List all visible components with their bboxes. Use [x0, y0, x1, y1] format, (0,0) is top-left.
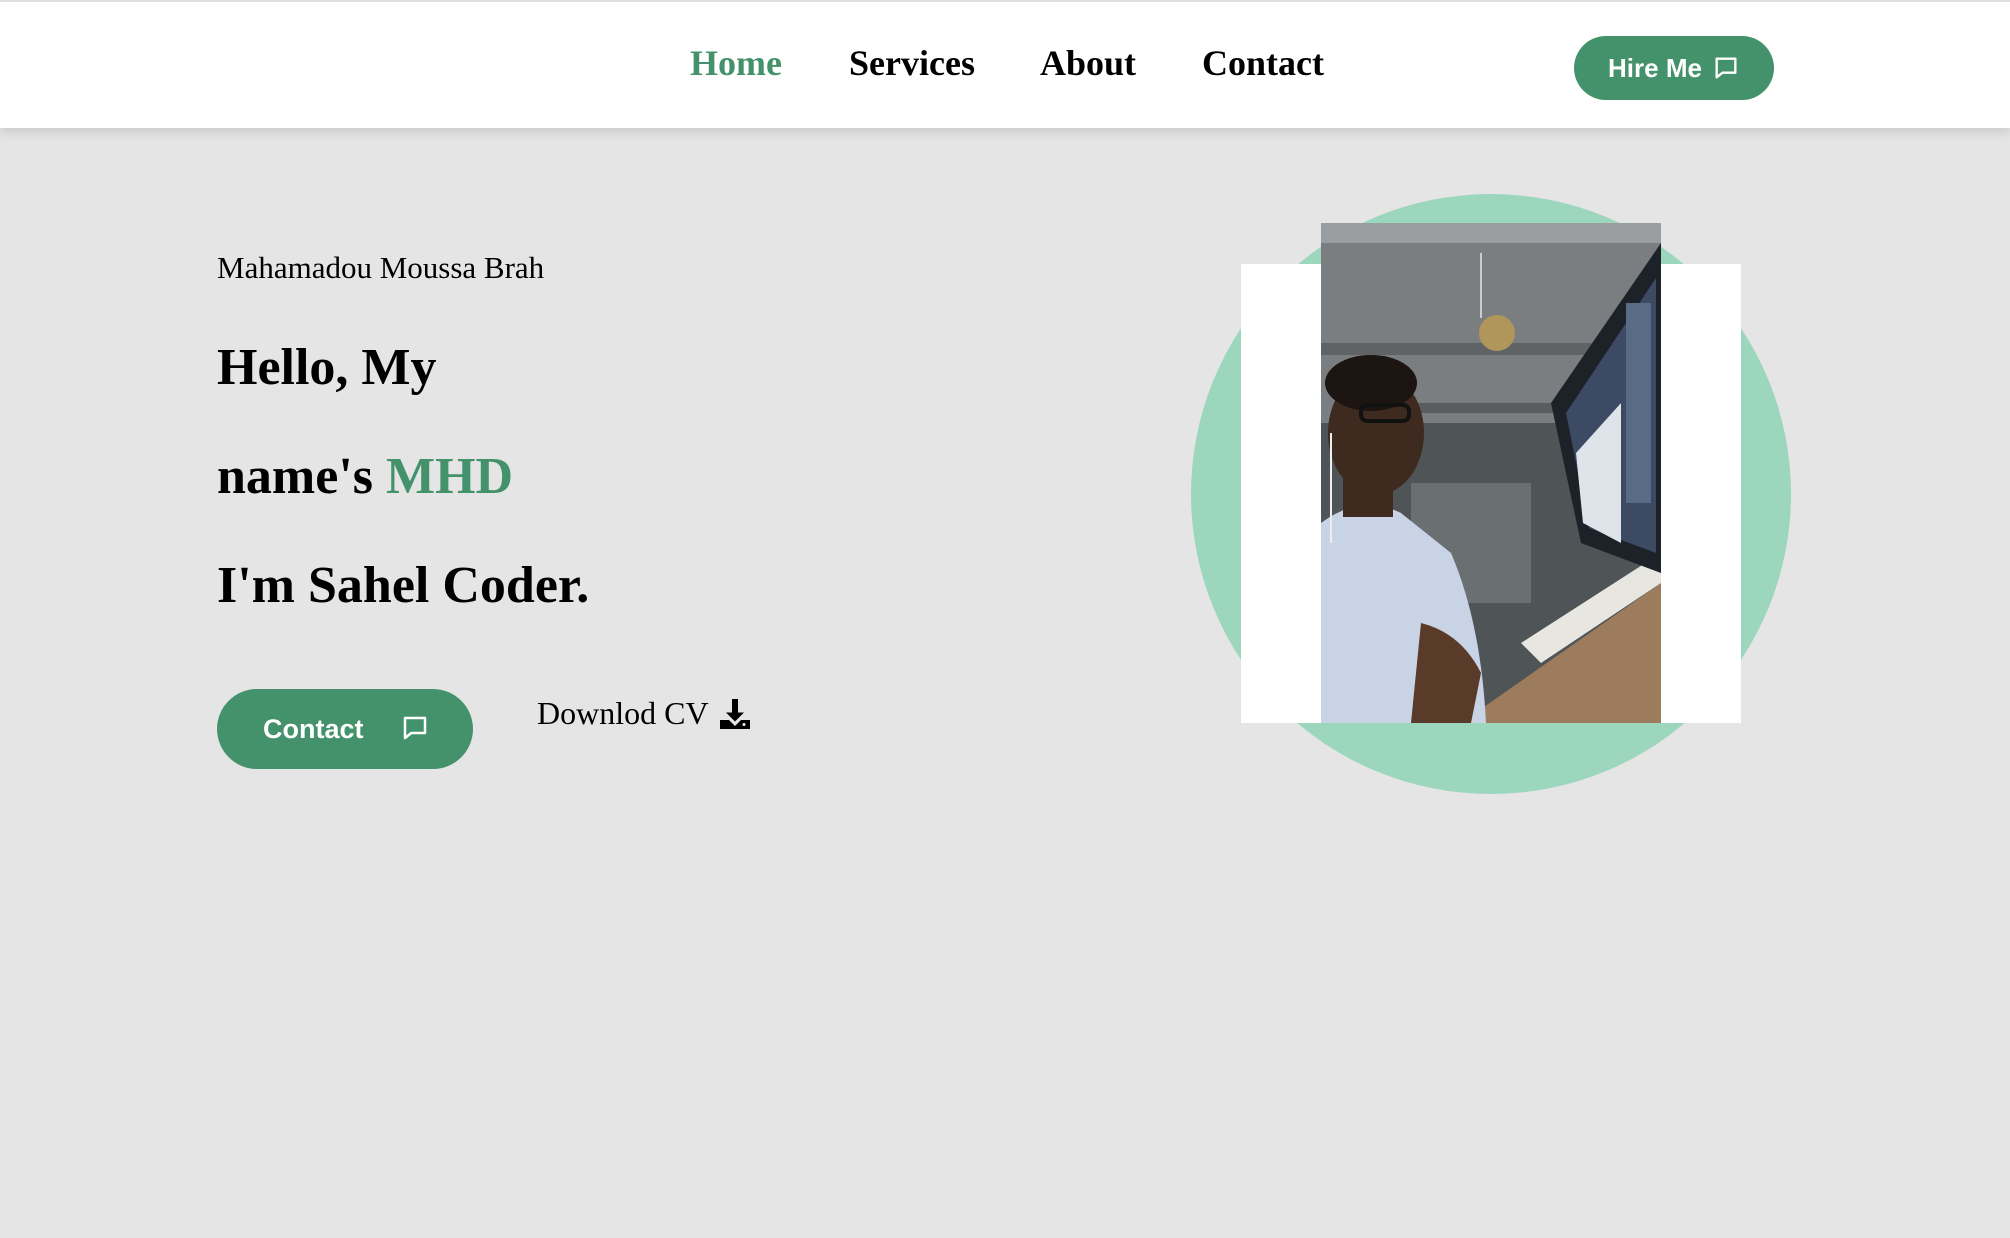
navbar: Home Services About Contact Hire Me: [0, 0, 2010, 128]
contact-button-label: Contact: [263, 713, 364, 744]
hire-me-label: Hire Me: [1608, 52, 1702, 83]
profile-photo: [1321, 223, 1661, 723]
nav-link-home[interactable]: Home: [690, 42, 782, 84]
chat-bubble-icon: [403, 716, 427, 740]
nav-link-services[interactable]: Services: [849, 42, 975, 84]
headline-line-3: I'm Sahel Coder.: [217, 557, 590, 614]
headline-prefix: name's: [217, 448, 386, 505]
headline-line-1: Hello, My: [217, 339, 437, 396]
headline-line-2: name's MHD: [217, 451, 513, 503]
nav-link-contact[interactable]: Contact: [1202, 42, 1324, 84]
name-highlight: MHD: [386, 448, 514, 505]
contact-button[interactable]: Contact: [217, 689, 473, 769]
hire-me-button[interactable]: Hire Me: [1574, 36, 1774, 100]
download-cv-label: Downlod CV: [537, 695, 709, 731]
download-cv-link[interactable]: Downlod CV: [537, 695, 753, 732]
nav-link-about[interactable]: About: [1040, 42, 1136, 84]
chat-bubble-icon: [1715, 57, 1737, 79]
full-name: Mahamadou Moussa Brah: [217, 250, 545, 285]
download-icon: [719, 698, 750, 729]
profile-photo-illustration: [1321, 223, 1661, 723]
